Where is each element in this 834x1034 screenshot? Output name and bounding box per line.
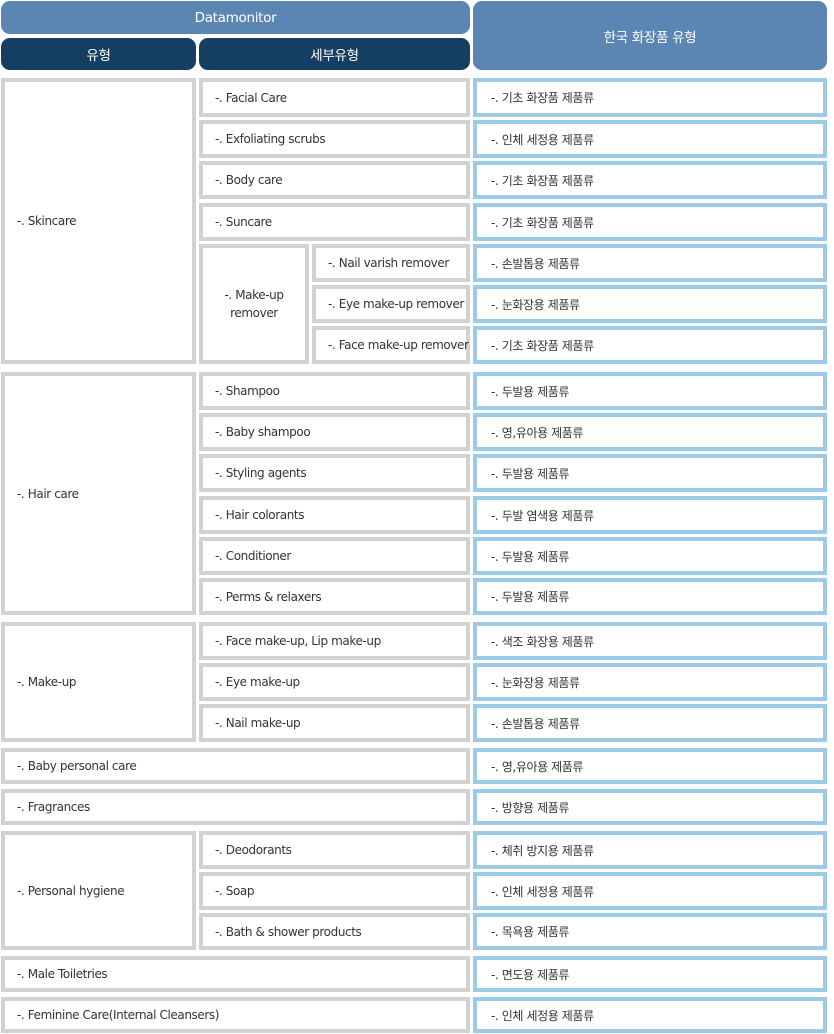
subtype-makeup-remover-label: -. Make-up remover — [224, 288, 284, 320]
subtype-cell: -. Shampoo — [199, 372, 470, 410]
korean-type-cell: -. 눈화장용 제품류 — [473, 285, 827, 323]
korean-type-cell: -. 두발용 제품류 — [473, 537, 827, 575]
subtype-cell: -. Perms & relaxers — [199, 578, 470, 615]
korean-type-cell: -. 기초 화장품 제품류 — [473, 203, 827, 241]
korean-type-cell: -. 영,유아용 제품류 — [473, 413, 827, 451]
korean-type-cell: -. 영,유아용 제품류 — [473, 748, 827, 784]
korean-type-cell: -. 체취 방지용 제품류 — [473, 831, 827, 869]
header-korean-type: 한국 화장품 유형 — [473, 1, 827, 70]
korean-type-cell: -. 목욕용 제품류 — [473, 913, 827, 950]
subtype-cell: -. Eye make-up — [199, 663, 470, 701]
type-cell-fragrances: -. Fragrances — [1, 789, 470, 825]
korean-type-cell: -. 기초 화장품 제품류 — [473, 326, 827, 364]
subtype-cell: -. Bath & shower products — [199, 913, 470, 950]
header-datamonitor-label: Datamonitor — [194, 9, 277, 26]
header-type-label: 유형 — [86, 48, 111, 64]
korean-type-cell: -. 기초 화장품 제품류 — [473, 161, 827, 199]
subtype-cell: -. Soap — [199, 872, 470, 910]
subtype-cell-makeup-remover: -. Make-up remover — [199, 244, 309, 364]
header-type: 유형 — [1, 38, 196, 70]
korean-type-cell: -. 손발톱용 제품류 — [473, 704, 827, 742]
subtype-cell: -. Face make-up, Lip make-up — [199, 622, 470, 660]
type-cell-hair-care: -. Hair care — [1, 372, 196, 615]
detail-cell: -. Eye make-up remover — [312, 285, 470, 323]
korean-type-cell: -. 인체 세정용 제품류 — [473, 997, 827, 1033]
korean-type-cell: -. 두발용 제품류 — [473, 372, 827, 410]
header-subtype: 세부유형 — [199, 38, 470, 70]
header-subtype-label: 세부유형 — [310, 48, 359, 64]
type-cell-skincare: -. Skincare — [1, 78, 196, 364]
subtype-cell: -. Hair colorants — [199, 496, 470, 534]
korean-type-cell: -. 손발톱용 제품류 — [473, 244, 827, 282]
subtype-cell: -. Styling agents — [199, 454, 470, 492]
korean-type-cell: -. 기초 화장품 제품류 — [473, 78, 827, 117]
subtype-cell: -. Deodorants — [199, 831, 470, 869]
korean-type-cell: -. 인체 세정용 제품류 — [473, 120, 827, 158]
subtype-cell: -. Facial Care — [199, 78, 470, 117]
korean-type-cell: -. 색조 화장용 제품류 — [473, 622, 827, 660]
type-cell-feminine-care: -. Feminine Care(Internal Cleansers) — [1, 997, 470, 1033]
korean-type-cell: -. 두발용 제품류 — [473, 454, 827, 492]
korean-type-cell: -. 방향용 제품류 — [473, 789, 827, 825]
header-korean-type-label: 한국 화장품 유형 — [603, 29, 697, 46]
type-cell-personal-hygiene: -. Personal hygiene — [1, 831, 196, 950]
subtype-cell: -. Conditioner — [199, 537, 470, 575]
korean-type-cell: -. 인체 세정용 제품류 — [473, 872, 827, 910]
type-cell-baby-personal-care: -. Baby personal care — [1, 748, 470, 784]
header-datamonitor: Datamonitor — [1, 1, 470, 34]
subtype-cell: -. Exfoliating scrubs — [199, 120, 470, 158]
subtype-cell: -. Body care — [199, 161, 470, 199]
korean-type-cell: -. 면도용 제품류 — [473, 956, 827, 992]
subtype-cell: -. Nail make-up — [199, 704, 470, 742]
detail-cell: -. Face make-up remover — [312, 326, 470, 364]
korean-type-cell: -. 두발용 제품류 — [473, 578, 827, 615]
detail-cell: -. Nail varish remover — [312, 244, 470, 282]
type-cell-male-toiletries: -. Male Toiletries — [1, 956, 470, 992]
subtype-cell: -. Suncare — [199, 203, 470, 241]
type-cell-make-up: -. Make-up — [1, 622, 196, 742]
korean-type-cell: -. 눈화장용 제품류 — [473, 663, 827, 701]
subtype-cell: -. Baby shampoo — [199, 413, 470, 451]
korean-type-cell: -. 두발 염색용 제품류 — [473, 496, 827, 534]
